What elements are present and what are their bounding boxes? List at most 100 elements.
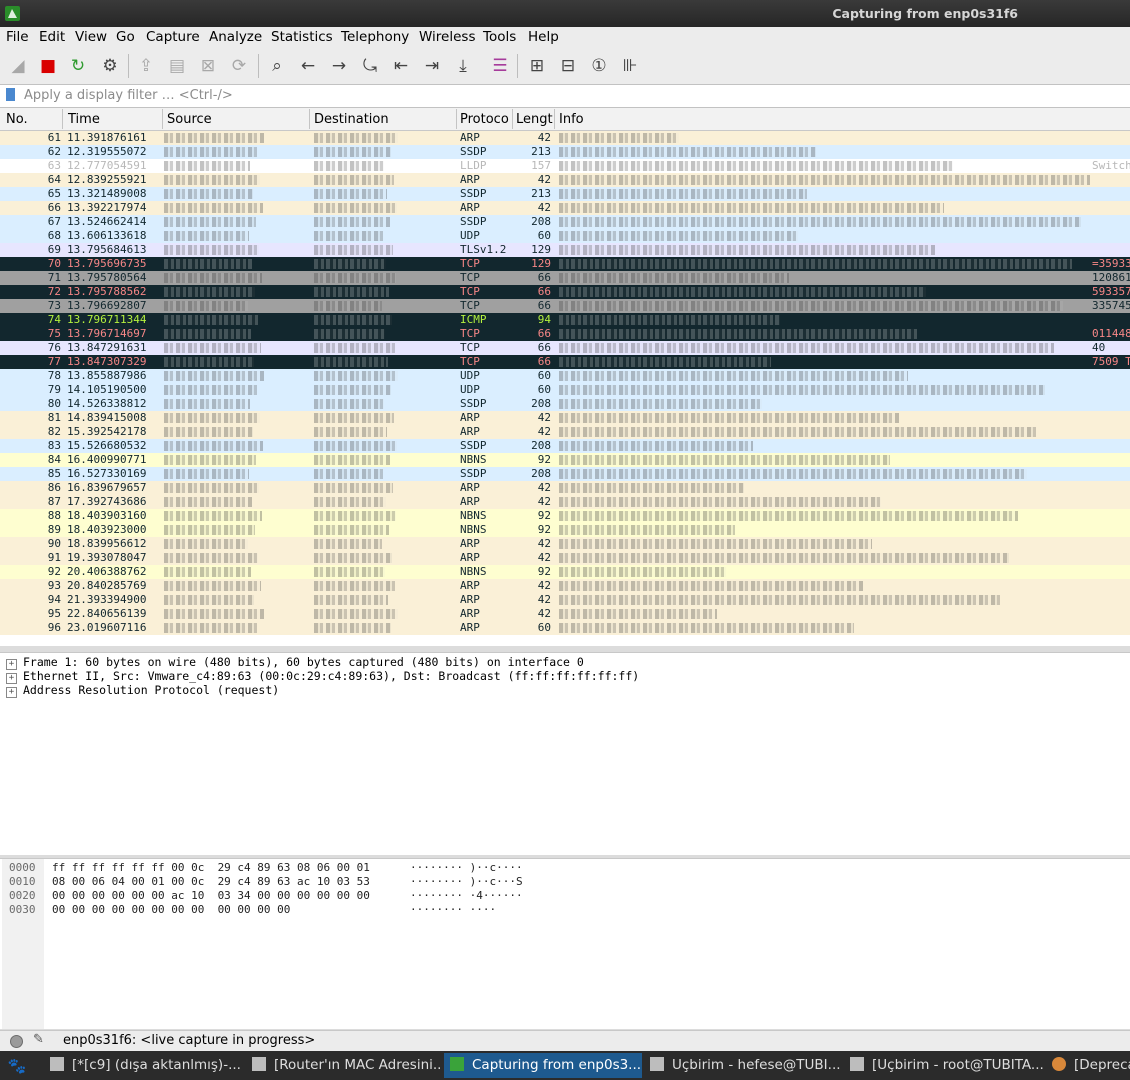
packet-row[interactable]: 69 13.795684613 TLSv1.2 129: [0, 243, 1130, 257]
expand-icon[interactable]: +: [6, 687, 17, 698]
go-forward-icon[interactable]: →: [325, 52, 353, 80]
packet-row[interactable]: 96 23.019607116 ARP 60: [0, 621, 1130, 635]
column-divider[interactable]: [554, 109, 555, 129]
menu-statistics[interactable]: Statistics: [271, 29, 333, 45]
capture-options-icon[interactable]: ⚙: [96, 52, 124, 80]
packet-row[interactable]: 76 13.847291631 TCP 66 40: [0, 341, 1130, 355]
packet-row[interactable]: 81 14.839415008 ARP 42: [0, 411, 1130, 425]
colorize-icon[interactable]: ☰: [486, 52, 514, 80]
packet-row[interactable]: 66 13.392217974 ARP 42: [0, 201, 1130, 215]
save-file-icon[interactable]: ▤: [163, 52, 191, 80]
byte-hex[interactable]: 08 00 06 04 00 01 00 0c 29 c4 89 63 ac 1…: [52, 875, 370, 889]
packet-row[interactable]: 68 13.606133618 UDP 60: [0, 229, 1130, 243]
packet-row[interactable]: 64 12.839255921 ARP 42: [0, 173, 1130, 187]
zoom-in-icon[interactable]: ⊞: [523, 52, 551, 80]
byte-hex[interactable]: 00 00 00 00 00 00 ac 10 03 34 00 00 00 0…: [52, 889, 370, 903]
filter-bookmark-icon[interactable]: [6, 88, 15, 101]
packet-row[interactable]: 82 15.392542178 ARP 42: [0, 425, 1130, 439]
start-menu-icon[interactable]: 🐾: [6, 1055, 28, 1077]
tree-item-arp[interactable]: + Address Resolution Protocol (request): [6, 683, 279, 698]
packet-row[interactable]: 62 12.319555072 SSDP 213: [0, 145, 1130, 159]
byte-hex[interactable]: ff ff ff ff ff ff 00 0c 29 c4 89 63 08 0…: [52, 861, 370, 875]
byte-ascii[interactable]: ········ )··c····: [410, 861, 523, 875]
go-back-icon[interactable]: ←: [294, 52, 322, 80]
column-divider[interactable]: [512, 109, 513, 129]
column-header-time[interactable]: Time: [68, 112, 100, 128]
packet-row[interactable]: 75 13.796714697 TCP 66 011448: [0, 327, 1130, 341]
packet-row[interactable]: 95 22.840656139 ARP 42: [0, 607, 1130, 621]
packet-row[interactable]: 90 18.839956612 ARP 42: [0, 537, 1130, 551]
taskbar-item[interactable]: [Depreca: [1046, 1053, 1130, 1078]
window-titlebar[interactable]: Capturing from enp0s31f6: [0, 0, 1130, 27]
display-filter-input[interactable]: Apply a display filter … <Ctrl-/>: [24, 88, 233, 103]
column-header-source[interactable]: Source: [167, 112, 212, 128]
packet-list[interactable]: No. Time Source Destination Protoco Leng…: [0, 108, 1130, 646]
packet-row[interactable]: 91 19.393078047 ARP 42: [0, 551, 1130, 565]
menu-capture[interactable]: Capture: [146, 29, 200, 45]
packet-row[interactable]: 89 18.403923000 NBNS 92: [0, 523, 1130, 537]
byte-ascii[interactable]: ········ )··c···S: [410, 875, 523, 889]
column-header-protocol[interactable]: Protoco: [460, 112, 509, 128]
packet-row[interactable]: 77 13.847307329 TCP 66 7509 T: [0, 355, 1130, 369]
menu-edit[interactable]: Edit: [39, 29, 65, 45]
column-divider[interactable]: [456, 109, 457, 129]
capture-comment-icon[interactable]: ✎: [33, 1032, 44, 1047]
display-filter-bar[interactable]: Apply a display filter … <Ctrl-/>: [0, 84, 1130, 108]
taskbar-item[interactable]: [*[c9] (dışa aktanlmış)-...: [44, 1053, 240, 1078]
byte-row[interactable]: 0020: [9, 889, 36, 903]
column-divider[interactable]: [162, 109, 163, 129]
reload-file-icon[interactable]: ⟳: [225, 52, 253, 80]
packet-row[interactable]: 83 15.526680532 SSDP 208: [0, 439, 1130, 453]
menu-wireless[interactable]: Wireless: [419, 29, 476, 45]
packet-bytes[interactable]: 0000 ff ff ff ff ff ff 00 0c 29 c4 89 63…: [0, 858, 1130, 1029]
menu-tools[interactable]: Tools: [483, 29, 516, 45]
packet-row[interactable]: 93 20.840285769 ARP 42: [0, 579, 1130, 593]
byte-hex[interactable]: 00 00 00 00 00 00 00 00 00 00 00 00: [52, 903, 290, 917]
taskbar-item-active[interactable]: Capturing from enp0s3...: [444, 1053, 642, 1078]
packet-row[interactable]: 72 13.795788562 TCP 66 593357: [0, 285, 1130, 299]
zoom-out-icon[interactable]: ⊟: [554, 52, 582, 80]
packet-row[interactable]: 87 17.392743686 ARP 42: [0, 495, 1130, 509]
find-packet-icon[interactable]: ⌕: [263, 52, 291, 80]
column-header-destination[interactable]: Destination: [314, 112, 389, 128]
menu-analyze[interactable]: Analyze: [209, 29, 262, 45]
packet-details[interactable]: + Frame 1: 60 bytes on wire (480 bits), 6…: [0, 652, 1130, 855]
tree-item-frame[interactable]: + Frame 1: 60 bytes on wire (480 bits), 6…: [6, 655, 584, 670]
column-divider[interactable]: [309, 109, 310, 129]
menu-help[interactable]: Help: [528, 29, 559, 45]
go-to-packet-icon[interactable]: ⤿: [356, 52, 384, 80]
packet-row[interactable]: 67 13.524662414 SSDP 208: [0, 215, 1130, 229]
column-header-no[interactable]: No.: [6, 112, 28, 128]
autoscroll-icon[interactable]: ⤓: [449, 52, 477, 80]
packet-row[interactable]: 88 18.403903160 NBNS 92: [0, 509, 1130, 523]
packet-row[interactable]: 79 14.105190500 UDP 60: [0, 383, 1130, 397]
column-header-length[interactable]: Lengt: [516, 112, 553, 128]
open-file-icon[interactable]: ⇪: [132, 52, 160, 80]
packet-row[interactable]: 71 13.795780564 TCP 66 120861: [0, 271, 1130, 285]
byte-row[interactable]: 0000: [9, 861, 36, 875]
taskbar-item[interactable]: [Router'ın MAC Adresini...: [246, 1053, 440, 1078]
packet-row[interactable]: 94 21.393394900 ARP 42: [0, 593, 1130, 607]
packet-row[interactable]: 85 16.527330169 SSDP 208: [0, 467, 1130, 481]
packet-row[interactable]: 86 16.839679657 ARP 42: [0, 481, 1130, 495]
packet-row[interactable]: 78 13.855887986 UDP 60: [0, 369, 1130, 383]
packet-row[interactable]: 70 13.795696735 TCP 129 =35933: [0, 257, 1130, 271]
packet-row[interactable]: 92 20.406388762 NBNS 92: [0, 565, 1130, 579]
menu-view[interactable]: View: [75, 29, 107, 45]
column-header-info[interactable]: Info: [559, 112, 584, 128]
column-divider[interactable]: [62, 109, 63, 129]
byte-row[interactable]: 0030: [9, 903, 36, 917]
normal-size-icon[interactable]: ①: [585, 52, 613, 80]
tree-item-ethernet[interactable]: + Ethernet II, Src: Vmware_c4:89:63 (00:0…: [6, 669, 639, 684]
packet-row[interactable]: 80 14.526338812 SSDP 208: [0, 397, 1130, 411]
first-packet-icon[interactable]: ⇤: [387, 52, 415, 80]
byte-ascii[interactable]: ········ ·4······: [410, 889, 523, 903]
packet-row[interactable]: 65 13.321489008 SSDP 213: [0, 187, 1130, 201]
packet-row[interactable]: 61 11.391876161 ARP 42: [0, 131, 1130, 145]
menu-telephony[interactable]: Telephony: [341, 29, 409, 45]
byte-row[interactable]: 0010: [9, 875, 36, 889]
close-file-icon[interactable]: ⊠: [194, 52, 222, 80]
resize-columns-icon[interactable]: ⊪: [616, 52, 644, 80]
packet-row[interactable]: 73 13.796692807 TCP 66 335745: [0, 299, 1130, 313]
menu-go[interactable]: Go: [116, 29, 135, 45]
